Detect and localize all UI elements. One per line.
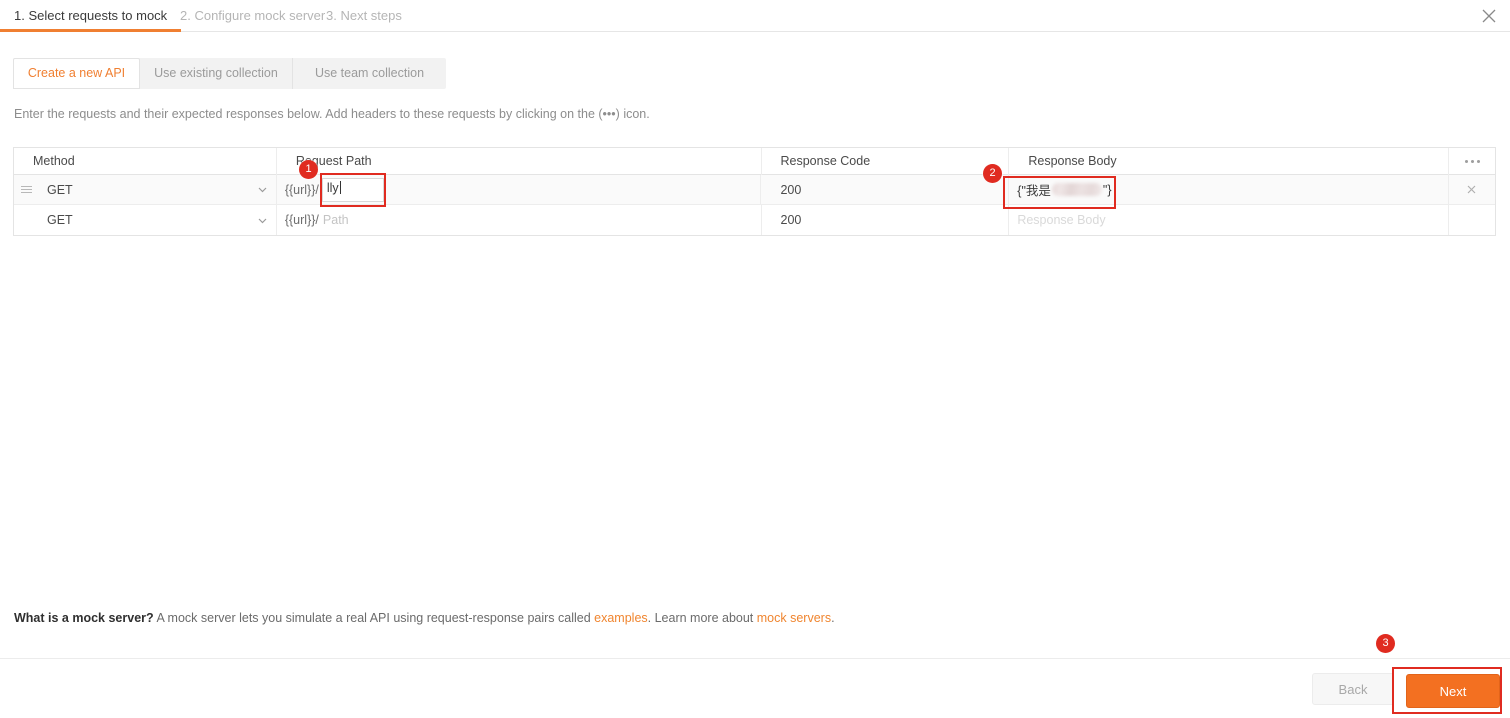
wizard-step-bar: 1. Select requests to mock 2. Configure … [0, 0, 1510, 32]
cell-method[interactable]: GET [14, 174, 277, 205]
column-header-response-code: Response Code [762, 147, 1010, 175]
tab-create-new-api[interactable]: Create a new API [13, 58, 140, 89]
response-body-input[interactable]: {"我是 "} [1009, 180, 1111, 199]
mock-servers-link[interactable]: mock servers [757, 611, 831, 625]
redacted-text-block [1051, 183, 1102, 196]
drag-handle-icon[interactable] [21, 186, 43, 193]
request-path-input[interactable] [318, 209, 761, 231]
method-value: GET [47, 182, 73, 197]
next-button[interactable]: Next [1406, 674, 1500, 708]
request-path-input[interactable]: lly [326, 180, 341, 195]
cell-actions[interactable] [1449, 175, 1495, 205]
cell-response-body[interactable]: {"我是 "} [1009, 174, 1449, 205]
url-prefix-label: {{url}}/ [284, 182, 319, 197]
table-header-row: Method Request Path Response Code Respon… [14, 147, 1495, 175]
response-code-value: 200 [780, 182, 802, 197]
annotation-badge-2: 2 [983, 164, 1002, 183]
annotation-badge-1: 1 [299, 160, 318, 179]
table-row[interactable]: GET {{url}}/ 200 Response Body [14, 205, 1495, 235]
close-icon[interactable] [1449, 183, 1495, 196]
table-row[interactable]: GET {{url}}/ lly 200 {"我是 "} [14, 174, 1495, 205]
helper-text: Enter the requests and their expected re… [14, 107, 650, 121]
wizard-step-1[interactable]: 1. Select requests to mock [14, 0, 180, 32]
column-header-method: Method [14, 147, 277, 175]
wizard-step-2[interactable]: 2. Configure mock server [180, 0, 326, 32]
ellipsis-icon[interactable] [1458, 155, 1486, 169]
column-header-actions [1449, 148, 1495, 175]
mock-server-info: What is a mock server? A mock server let… [14, 611, 835, 625]
response-code-value: 200 [780, 213, 802, 227]
chevron-down-icon[interactable] [250, 183, 276, 196]
cell-request-path[interactable]: {{url}}/ lly [277, 174, 762, 205]
api-source-tabs: Create a new API Use existing collection… [13, 58, 446, 89]
requests-table: Method Request Path Response Code Respon… [13, 147, 1496, 236]
cell-response-body[interactable]: Response Body [1009, 205, 1450, 235]
close-icon[interactable] [1478, 5, 1500, 27]
tab-use-team-collection[interactable]: Use team collection [293, 58, 446, 89]
mock-server-info-lead: What is a mock server? [14, 611, 154, 625]
request-path-value: lly [326, 180, 339, 195]
examples-link[interactable]: examples [594, 611, 648, 625]
response-body-suffix: "} [1102, 182, 1112, 197]
column-header-request-path: Request Path [277, 147, 762, 175]
annotation-badge-3: 3 [1376, 634, 1395, 653]
back-button[interactable]: Back [1312, 673, 1394, 705]
active-step-underline [0, 29, 181, 32]
column-header-response-body: Response Body [1009, 147, 1450, 175]
response-body-placeholder: Response Body [1017, 213, 1106, 227]
wizard-footer-bar: Back [0, 658, 1510, 718]
chevron-down-icon[interactable] [250, 214, 276, 227]
mock-server-info-text-1: A mock server lets you simulate a real A… [153, 611, 595, 625]
cell-response-code[interactable]: 200 [761, 174, 1010, 205]
method-value: GET [47, 213, 73, 227]
cell-request-path[interactable]: {{url}}/ [277, 205, 762, 235]
tab-use-existing-collection[interactable]: Use existing collection [140, 58, 293, 89]
cell-method[interactable]: GET [14, 205, 277, 235]
url-prefix-label: {{url}}/ [284, 213, 319, 227]
wizard-step-3[interactable]: 3. Next steps [326, 0, 446, 32]
text-caret [339, 180, 341, 194]
response-body-prefix: {"我是 [1017, 184, 1051, 198]
cell-response-code[interactable]: 200 [762, 205, 1010, 235]
mock-server-info-text-3: . [831, 611, 835, 625]
cell-actions [1449, 205, 1495, 235]
mock-server-info-text-2: . Learn more about [647, 611, 757, 625]
